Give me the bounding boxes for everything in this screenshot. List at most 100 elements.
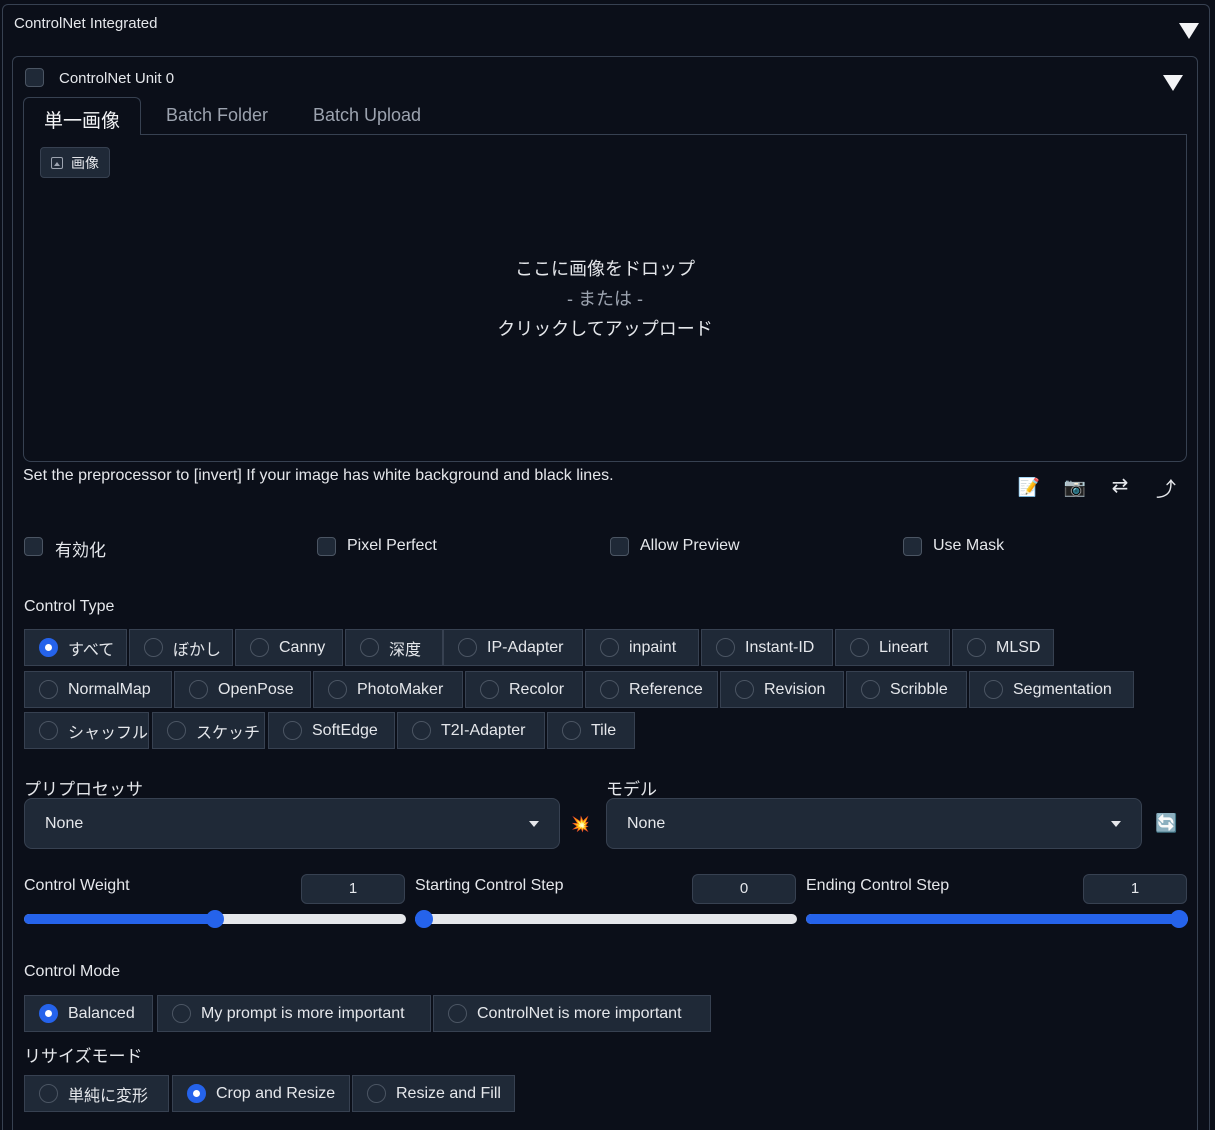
starting-step-label: Starting Control Step xyxy=(415,877,564,894)
control-type-option[interactable]: Revision xyxy=(720,671,844,708)
radio-button[interactable] xyxy=(39,721,58,740)
radio-button[interactable] xyxy=(172,1004,191,1023)
control-type-option[interactable]: PhotoMaker xyxy=(313,671,463,708)
radio-button[interactable] xyxy=(850,638,869,657)
enable-checkbox[interactable] xyxy=(24,537,43,556)
control-type-option[interactable]: Recolor xyxy=(465,671,583,708)
model-dropdown[interactable]: None xyxy=(606,798,1142,849)
control-weight-slider[interactable] xyxy=(24,910,406,928)
control-type-option[interactable]: T2I-Adapter xyxy=(397,712,545,749)
radio-button[interactable] xyxy=(250,638,269,657)
drop-text: ここに画像をドロップ xyxy=(515,259,695,279)
control-type-option[interactable]: Segmentation xyxy=(969,671,1134,708)
radio-button[interactable] xyxy=(328,680,347,699)
radio-button[interactable] xyxy=(189,680,208,699)
allow-preview-label[interactable]: Allow Preview xyxy=(640,537,740,555)
control-type-option-label: Reference xyxy=(629,680,703,698)
pixel-perfect-label[interactable]: Pixel Perfect xyxy=(347,537,437,555)
control-type-option[interactable]: Tile xyxy=(547,712,635,749)
radio-button[interactable] xyxy=(39,680,58,699)
radio-button[interactable] xyxy=(735,680,754,699)
control-weight-input[interactable]: 1 xyxy=(301,874,405,904)
ending-step-slider[interactable] xyxy=(806,910,1188,928)
image-icon xyxy=(51,156,63,169)
radio-button[interactable] xyxy=(187,1084,206,1103)
notes-icon[interactable]: 📝 xyxy=(1016,477,1042,503)
ending-step-thumb[interactable] xyxy=(1170,910,1188,928)
control-type-option[interactable]: Lineart xyxy=(835,629,950,666)
swap-icon[interactable]: ⇄ xyxy=(1107,473,1133,499)
radio-button[interactable] xyxy=(144,638,163,657)
control-type-option[interactable]: スケッチ xyxy=(152,712,265,749)
radio-button[interactable] xyxy=(984,680,1003,699)
radio-button[interactable] xyxy=(39,1004,58,1023)
controlnet-unit: ControlNet Unit 0 単一画像 Batch Folder Batc… xyxy=(12,56,1198,1130)
starting-step-input[interactable]: 0 xyxy=(692,874,796,904)
resize-mode-option[interactable]: 単純に変形 xyxy=(24,1075,169,1112)
pixel-perfect-checkbox[interactable] xyxy=(317,537,336,556)
radio-button[interactable] xyxy=(967,638,986,657)
starting-step-slider[interactable] xyxy=(415,910,797,928)
camera-icon[interactable]: 📷 xyxy=(1062,477,1088,503)
starting-step-thumb[interactable] xyxy=(415,910,433,928)
control-type-option-label: IP-Adapter xyxy=(487,638,564,656)
control-type-option[interactable]: NormalMap xyxy=(24,671,172,708)
radio-button[interactable] xyxy=(716,638,735,657)
refresh-icon[interactable]: 🔄 xyxy=(1155,813,1177,834)
control-type-option[interactable]: シャッフル xyxy=(24,712,149,749)
control-type-option[interactable]: OpenPose xyxy=(174,671,311,708)
control-mode-option[interactable]: Balanced xyxy=(24,995,153,1032)
control-mode-option[interactable]: ControlNet is more important xyxy=(433,995,711,1032)
control-type-option[interactable]: Canny xyxy=(235,629,343,666)
resize-mode-option[interactable]: Crop and Resize xyxy=(172,1075,350,1112)
collapse-triangle-icon[interactable] xyxy=(1179,23,1199,39)
enable-label[interactable]: 有効化 xyxy=(55,536,106,561)
panel-title[interactable]: ControlNet Integrated xyxy=(14,15,157,32)
preprocessor-dropdown[interactable]: None xyxy=(24,798,560,849)
control-mode-label: Control Mode xyxy=(24,963,121,980)
radio-button[interactable] xyxy=(600,680,619,699)
control-type-option[interactable]: すべて xyxy=(24,629,127,666)
tab-batch-upload[interactable]: Batch Upload xyxy=(293,97,441,136)
control-weight-thumb[interactable] xyxy=(206,910,224,928)
resize-mode-option[interactable]: Resize and Fill xyxy=(352,1075,515,1112)
control-type-option[interactable]: SoftEdge xyxy=(268,712,395,749)
control-type-option[interactable]: ぼかし xyxy=(129,629,233,666)
control-type-option[interactable]: inpaint xyxy=(585,629,699,666)
radio-button[interactable] xyxy=(167,721,186,740)
radio-button[interactable] xyxy=(861,680,880,699)
unit-collapse-triangle-icon[interactable] xyxy=(1163,75,1183,91)
tab-single-image[interactable]: 単一画像 xyxy=(23,97,142,136)
radio-button[interactable] xyxy=(448,1004,467,1023)
control-type-option[interactable]: Reference xyxy=(585,671,718,708)
send-icon[interactable]: ⤴ xyxy=(1153,473,1179,501)
tab-batch-folder[interactable]: Batch Folder xyxy=(146,97,288,136)
control-type-option[interactable]: 深度 xyxy=(345,629,443,666)
control-type-option[interactable]: Scribble xyxy=(846,671,967,708)
ending-step-input[interactable]: 1 xyxy=(1083,874,1187,904)
control-type-option[interactable]: IP-Adapter xyxy=(443,629,583,666)
chevron-down-icon xyxy=(529,820,539,827)
radio-button[interactable] xyxy=(39,638,58,657)
radio-button[interactable] xyxy=(480,680,499,699)
run-preprocessor-icon[interactable]: 💥 xyxy=(571,815,590,833)
control-type-option[interactable]: MLSD xyxy=(952,629,1054,666)
radio-button[interactable] xyxy=(458,638,477,657)
use-mask-label[interactable]: Use Mask xyxy=(933,537,1004,555)
unit-enable-checkbox[interactable] xyxy=(25,68,44,87)
unit-title[interactable]: ControlNet Unit 0 xyxy=(59,70,174,87)
control-type-option[interactable]: Instant-ID xyxy=(701,629,833,666)
image-drop-zone[interactable]: 画像 ここに画像をドロップ - または - クリックしてアップロード xyxy=(23,135,1187,462)
use-mask-checkbox[interactable] xyxy=(903,537,922,556)
radio-button[interactable] xyxy=(412,721,431,740)
control-mode-option[interactable]: My prompt is more important xyxy=(157,995,431,1032)
allow-preview-checkbox[interactable] xyxy=(610,537,629,556)
radio-button[interactable] xyxy=(600,638,619,657)
radio-button[interactable] xyxy=(367,1084,386,1103)
radio-button[interactable] xyxy=(283,721,302,740)
control-type-option-label: MLSD xyxy=(996,638,1041,656)
radio-button[interactable] xyxy=(360,638,379,657)
radio-button[interactable] xyxy=(39,1084,58,1103)
control-type-option-label: Tile xyxy=(591,721,617,739)
radio-button[interactable] xyxy=(562,721,581,740)
